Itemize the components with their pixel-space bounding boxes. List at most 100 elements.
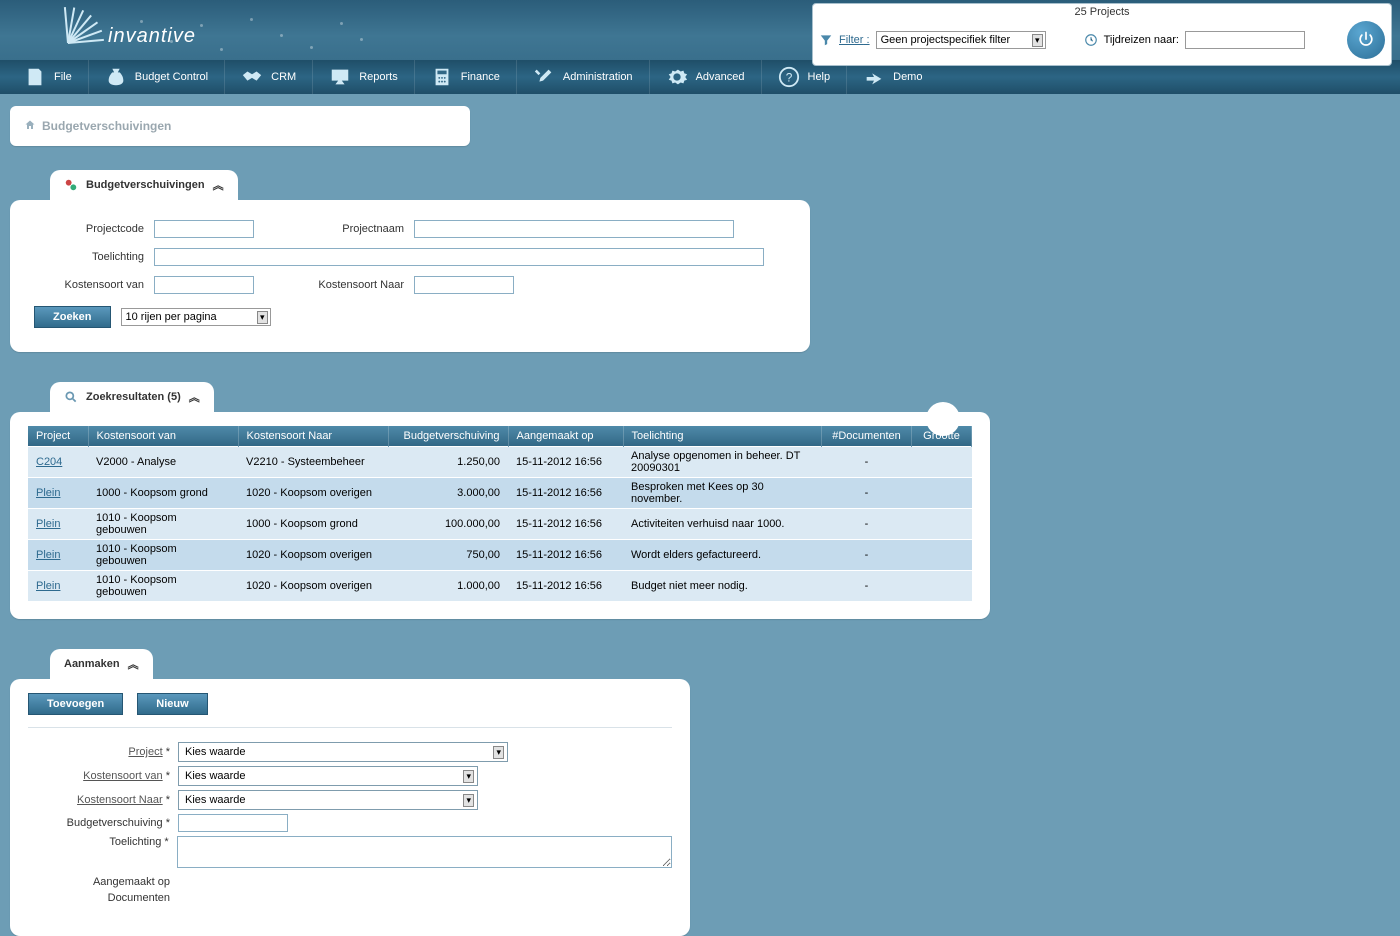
chevron-up-icon: ︽	[213, 177, 224, 193]
menu-budget-control[interactable]: Budget Control	[89, 60, 225, 94]
menu-help-label: Help	[808, 71, 831, 83]
divider	[28, 727, 672, 728]
chevron-down-icon: ▾	[257, 311, 268, 324]
create-panel-title: Aanmaken	[64, 658, 120, 670]
power-icon	[1356, 30, 1376, 50]
select-knaar-value: Kies waarde	[185, 794, 246, 806]
cell-toelichting: Analyse opgenomen in beheer. DT 20090301	[623, 447, 822, 478]
col-project[interactable]: Project	[28, 426, 88, 447]
cell-kvan: V2000 - Analyse	[88, 447, 238, 478]
time-travel-input[interactable]	[1185, 31, 1305, 49]
search-button[interactable]: Zoeken	[34, 306, 111, 328]
col-docs[interactable]: #Documenten	[822, 426, 912, 447]
menu-admin-label: Administration	[563, 71, 633, 83]
label-kostensoort-van: Kostensoort van	[34, 279, 154, 291]
pagesize-select[interactable]: 10 rijen per pagina ▾	[121, 308, 271, 326]
cell-aangemaakt: 15-11-2012 16:56	[508, 571, 623, 602]
chevron-down-icon: ▾	[463, 770, 474, 783]
filter-select[interactable]: Geen projectspecifiek filter ▾	[876, 31, 1046, 49]
projects-count: 25 Projects	[819, 6, 1385, 18]
cell-docs: -	[822, 509, 912, 540]
new-button[interactable]: Nieuw	[137, 693, 207, 715]
menu-crm[interactable]: CRM	[225, 60, 313, 94]
cell-knaar: 1020 - Koopsom overigen	[238, 540, 388, 571]
time-travel-label: Tijdreizen naar:	[1104, 34, 1179, 46]
results-panel-tab[interactable]: Zoekresultaten (5) ︽	[50, 382, 214, 412]
input-toelichting[interactable]	[154, 248, 764, 266]
label-toelichting: Toelichting	[34, 251, 154, 263]
create-panel: Aanmaken ︽ Toevoegen Nieuw Project * Kie…	[10, 649, 1400, 936]
input-budget[interactable]	[178, 814, 288, 832]
create-panel-tab[interactable]: Aanmaken ︽	[50, 649, 153, 679]
save-icon	[24, 66, 46, 88]
filter-select-label: Geen projectspecifiek filter	[881, 34, 1011, 46]
add-button[interactable]: Toevoegen	[28, 693, 123, 715]
label-kostensoort-naar: Kostensoort Naar	[294, 279, 414, 291]
cell-grootte	[912, 509, 972, 540]
results-panel-title: Zoekresultaten (5)	[86, 391, 181, 403]
app-header: invantive 25 Projects Filter : Geen proj…	[0, 0, 1400, 60]
col-kvan[interactable]: Kostensoort van	[88, 426, 238, 447]
table-header-row: Project Kostensoort van Kostensoort Naar…	[28, 426, 972, 447]
select-knaar[interactable]: Kies waarde ▾	[178, 790, 478, 810]
cell-project[interactable]: Plein	[28, 571, 88, 602]
col-knaar[interactable]: Kostensoort Naar	[238, 426, 388, 447]
col-toelichting[interactable]: Toelichting	[623, 426, 822, 447]
cell-kvan: 1010 - Koopsom gebouwen	[88, 540, 238, 571]
logout-button[interactable]	[1347, 21, 1385, 59]
textarea-toelichting[interactable]	[177, 836, 672, 868]
search-panel-tab[interactable]: Budgetverschuivingen ︽	[50, 170, 238, 200]
input-kostensoort-naar[interactable]	[414, 276, 514, 294]
home-icon[interactable]	[24, 119, 36, 134]
cell-aangemaakt: 15-11-2012 16:56	[508, 509, 623, 540]
table-row: Plein1000 - Koopsom grond1020 - Koopsom …	[28, 478, 972, 509]
cell-kvan: 1010 - Koopsom gebouwen	[88, 571, 238, 602]
cell-aangemaakt: 15-11-2012 16:56	[508, 540, 623, 571]
decorative-dots	[130, 10, 390, 58]
cell-docs: -	[822, 447, 912, 478]
label-toelichting2: Toelichting *	[28, 836, 177, 848]
cell-docs: -	[822, 478, 912, 509]
select-kvan[interactable]: Kies waarde ▾	[178, 766, 478, 786]
menu-administration[interactable]: Administration	[517, 60, 650, 94]
cell-grootte	[912, 540, 972, 571]
cell-aangemaakt: 15-11-2012 16:56	[508, 447, 623, 478]
menu-advanced[interactable]: Advanced	[650, 60, 762, 94]
chevron-down-icon: ▾	[493, 746, 504, 759]
select-project[interactable]: Kies waarde ▾	[178, 742, 508, 762]
cell-knaar: 1020 - Koopsom overigen	[238, 571, 388, 602]
chevron-down-icon: ▾	[1032, 34, 1043, 47]
results-panel: Zoekresultaten (5) ︽ Project Kostensoort…	[10, 382, 990, 619]
magnifier-icon	[64, 390, 78, 404]
page-title: Budgetverschuivingen	[42, 119, 171, 133]
col-aangemaakt[interactable]: Aangemaakt op	[508, 426, 623, 447]
menu-file[interactable]: File	[8, 60, 89, 94]
col-budget[interactable]: Budgetverschuiving	[388, 426, 508, 447]
cell-project[interactable]: Plein	[28, 509, 88, 540]
menu-finance[interactable]: Finance	[415, 60, 517, 94]
filter-link[interactable]: Filter :	[839, 34, 870, 46]
table-row: Plein1010 - Koopsom gebouwen1000 - Koops…	[28, 509, 972, 540]
help-icon: ?	[778, 66, 800, 88]
pointer-icon	[863, 66, 885, 88]
cell-budget: 750,00	[388, 540, 508, 571]
cell-budget: 100.000,00	[388, 509, 508, 540]
pagesize-label: 10 rijen per pagina	[126, 311, 217, 323]
context-bar: 25 Projects Filter : Geen projectspecifi…	[812, 3, 1392, 66]
tools-icon	[533, 66, 555, 88]
menu-reports[interactable]: Reports	[313, 60, 415, 94]
presentation-icon	[329, 66, 351, 88]
cell-project[interactable]: Plein	[28, 478, 88, 509]
input-projectcode[interactable]	[154, 220, 254, 238]
cell-kvan: 1010 - Koopsom gebouwen	[88, 509, 238, 540]
cell-project[interactable]: C204	[28, 447, 88, 478]
label-documenten: Documenten	[28, 892, 178, 904]
input-projectnaam[interactable]	[414, 220, 734, 238]
cell-aangemaakt: 15-11-2012 16:56	[508, 478, 623, 509]
select-project-value: Kies waarde	[185, 746, 246, 758]
chevron-up-icon: ︽	[128, 656, 139, 672]
cell-grootte	[912, 478, 972, 509]
cell-project[interactable]: Plein	[28, 540, 88, 571]
menu-file-label: File	[54, 71, 72, 83]
input-kostensoort-van[interactable]	[154, 276, 254, 294]
